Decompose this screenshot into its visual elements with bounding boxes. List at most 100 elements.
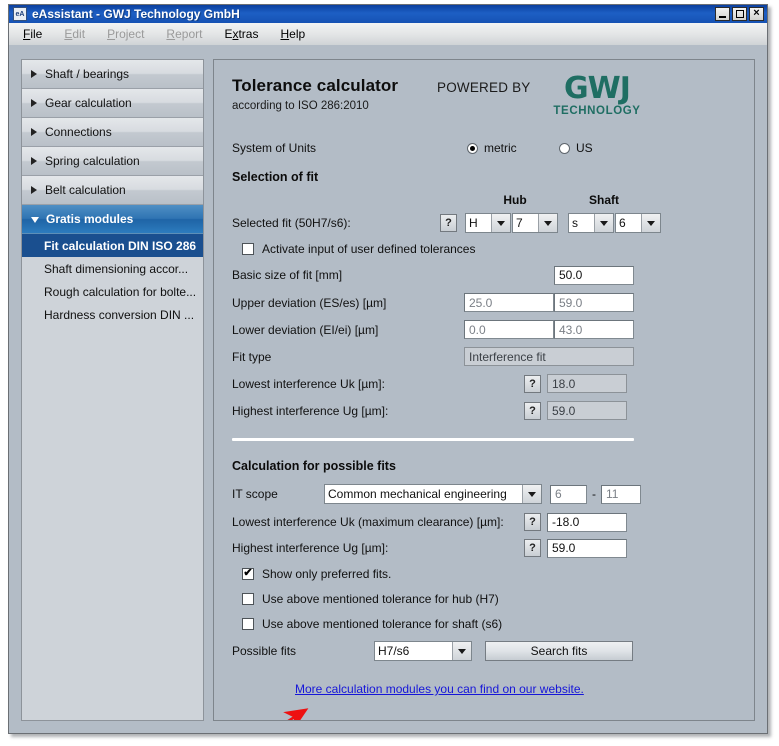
shaft-letter-select[interactable]: s <box>568 213 614 233</box>
activate-user-tolerances-checkbox[interactable] <box>242 242 254 255</box>
menu-help[interactable]: Help <box>280 27 305 41</box>
chevron-right-icon <box>31 157 37 165</box>
show-preferred-fits-row[interactable]: ✔ Show only preferred fits. <box>232 561 736 586</box>
possible-fits-row: Possible fits H7/s6 Search fits <box>232 636 736 666</box>
search-fits-label: Search fits <box>530 644 588 658</box>
sidebar-group-label: Gear calculation <box>45 96 132 110</box>
it-scope-to-value: 11 <box>606 487 619 501</box>
hub-grade-select[interactable]: 7 <box>512 213 558 233</box>
highest-ug-help-button[interactable]: ? <box>524 539 541 557</box>
highest-interference-help-button[interactable]: ? <box>524 401 541 420</box>
main-panel-content: Tolerance calculator according to ISO 28… <box>214 60 754 720</box>
chevron-down-icon <box>491 214 510 232</box>
use-tolerance-hub-row[interactable]: Use above mentioned tolerance for hub (H… <box>232 586 736 611</box>
show-preferred-fits-checkbox[interactable]: ✔ <box>242 567 254 580</box>
sidebar-group-label: Shaft / bearings <box>45 67 130 81</box>
menu-extras[interactable]: Extras <box>224 27 258 41</box>
selected-fit-help-button[interactable]: ? <box>440 214 457 232</box>
chevron-right-icon <box>31 99 37 107</box>
sidebar-item-label: Shaft dimensioning accor... <box>44 261 189 276</box>
it-scope-select[interactable]: Common mechanical engineering <box>324 484 542 504</box>
highest-interference-label: Highest interference Ug [µm]: <box>232 403 389 418</box>
powered-by-label: POWERED BY <box>437 80 531 95</box>
it-scope-to-input[interactable]: 11 <box>601 484 641 504</box>
close-button[interactable]: × <box>749 7 764 21</box>
sidebar-group-belt-calculation[interactable]: Belt calculation <box>22 176 203 205</box>
sidebar-item-shaft-dimensioning[interactable]: Shaft dimensioning accor... <box>22 257 203 280</box>
lowest-uk-label: Lowest interference Uk (maximum clearanc… <box>232 515 504 529</box>
page-title: Tolerance calculator <box>232 76 399 95</box>
it-scope-label: IT scope <box>232 487 278 501</box>
window-body: Shaft / bearings Gear calculation Connec… <box>9 45 767 733</box>
question-mark-icon: ? <box>445 217 452 229</box>
upper-deviation-shaft-value: 59.0 <box>559 295 583 310</box>
question-mark-icon: ? <box>529 377 536 390</box>
hub-letter-select[interactable]: H <box>465 213 511 233</box>
basic-size-input[interactable]: 50.0 <box>554 265 634 285</box>
shaft-grade-select[interactable]: 6 <box>615 213 661 233</box>
search-fits-button[interactable]: Search fits <box>485 641 633 661</box>
fit-type-value-field: Interference fit <box>464 347 634 366</box>
menu-file[interactable]: File <box>23 27 42 41</box>
fit-type-value: Interference fit <box>469 349 546 364</box>
it-scope-from-input[interactable]: 6 <box>550 484 587 504</box>
page-header: Tolerance calculator according to ISO 28… <box>232 74 736 140</box>
upper-deviation-shaft-input[interactable]: 59.0 <box>554 293 634 312</box>
application-window: eA eAssistant - GWJ Technology GmbH × Fi… <box>8 4 768 734</box>
menu-edit[interactable]: Edit <box>64 27 85 41</box>
highest-ug-label: Highest interference Ug [µm]: <box>232 541 389 555</box>
hub-letter-value: H <box>469 216 478 230</box>
radio-us[interactable]: US <box>559 141 593 155</box>
lowest-uk-help-button[interactable]: ? <box>524 513 541 531</box>
sidebar-item-fit-calculation[interactable]: Fit calculation DIN ISO 286 <box>22 234 203 257</box>
sidebar-group-gear-calculation[interactable]: Gear calculation <box>22 89 203 118</box>
lower-deviation-hub-input[interactable]: 0.0 <box>464 320 554 339</box>
sidebar-group-connections[interactable]: Connections <box>22 118 203 147</box>
it-scope-dash: - <box>592 487 596 501</box>
sidebar-item-hardness-conversion[interactable]: Hardness conversion DIN ... <box>22 303 203 326</box>
sidebar-group-spring-calculation[interactable]: Spring calculation <box>22 147 203 176</box>
radio-metric[interactable]: metric <box>467 141 559 155</box>
menu-project[interactable]: Project <box>107 27 144 41</box>
chevron-down-icon <box>594 214 613 232</box>
upper-deviation-hub-input[interactable]: 25.0 <box>464 293 554 312</box>
possible-fits-select[interactable]: H7/s6 <box>374 641 472 661</box>
maximize-button[interactable] <box>732 7 747 21</box>
it-scope-row: IT scope Common mechanical engineering 6… <box>232 479 736 509</box>
menu-bar: File Edit Project Report Extras Help <box>9 23 767 46</box>
more-modules-link[interactable]: More calculation modules you can find on… <box>295 682 584 696</box>
chevron-down-icon <box>522 485 541 503</box>
fit-type-label: Fit type <box>232 349 272 364</box>
minimize-button[interactable] <box>715 7 730 21</box>
highest-ug-input[interactable]: 59.0 <box>547 538 627 558</box>
lowest-interference-help-button[interactable]: ? <box>524 374 541 393</box>
it-scope-from-value: 6 <box>555 487 562 501</box>
lowest-uk-row: Lowest interference Uk (maximum clearanc… <box>232 509 736 535</box>
highest-interference-row: Highest interference Ug [µm]: ? 59.0 <box>232 397 736 424</box>
lowest-uk-input[interactable]: -18.0 <box>547 512 627 532</box>
upper-deviation-hub-value: 25.0 <box>469 295 493 310</box>
possible-fits-label: Possible fits <box>232 644 297 658</box>
activate-user-tolerances-row[interactable]: Activate input of user defined tolerance… <box>232 236 736 261</box>
use-tolerance-shaft-checkbox[interactable] <box>242 617 254 630</box>
logo-tagline: TECHNOLOGY <box>553 105 641 117</box>
sidebar-group-shaft-bearings[interactable]: Shaft / bearings <box>22 60 203 89</box>
sidebar-item-label: Rough calculation for bolte... <box>44 284 197 299</box>
radio-metric-label: metric <box>484 141 517 155</box>
sidebar-group-label: Gratis modules <box>46 212 134 226</box>
lowest-interference-value-field: 18.0 <box>547 374 627 393</box>
sidebar-group-gratis-modules[interactable]: Gratis modules <box>22 205 203 234</box>
menu-report[interactable]: Report <box>166 27 202 41</box>
chevron-right-icon <box>31 70 37 78</box>
sidebar-item-rough-calculation-bolted[interactable]: Rough calculation for bolte... <box>22 280 203 303</box>
use-tolerance-shaft-row[interactable]: Use above mentioned tolerance for shaft … <box>232 611 736 636</box>
sidebar-group-label: Belt calculation <box>45 183 126 197</box>
lower-deviation-shaft-input[interactable]: 43.0 <box>554 320 634 339</box>
column-header-shaft: Shaft <box>589 193 619 207</box>
sidebar-group-label: Spring calculation <box>45 154 140 168</box>
sidebar-item-label: Hardness conversion DIN ... <box>44 307 195 322</box>
use-tolerance-hub-checkbox[interactable] <box>242 592 254 605</box>
radio-metric-icon <box>467 142 478 154</box>
chevron-right-icon <box>31 186 37 194</box>
show-preferred-fits-label: Show only preferred fits. <box>262 566 392 581</box>
